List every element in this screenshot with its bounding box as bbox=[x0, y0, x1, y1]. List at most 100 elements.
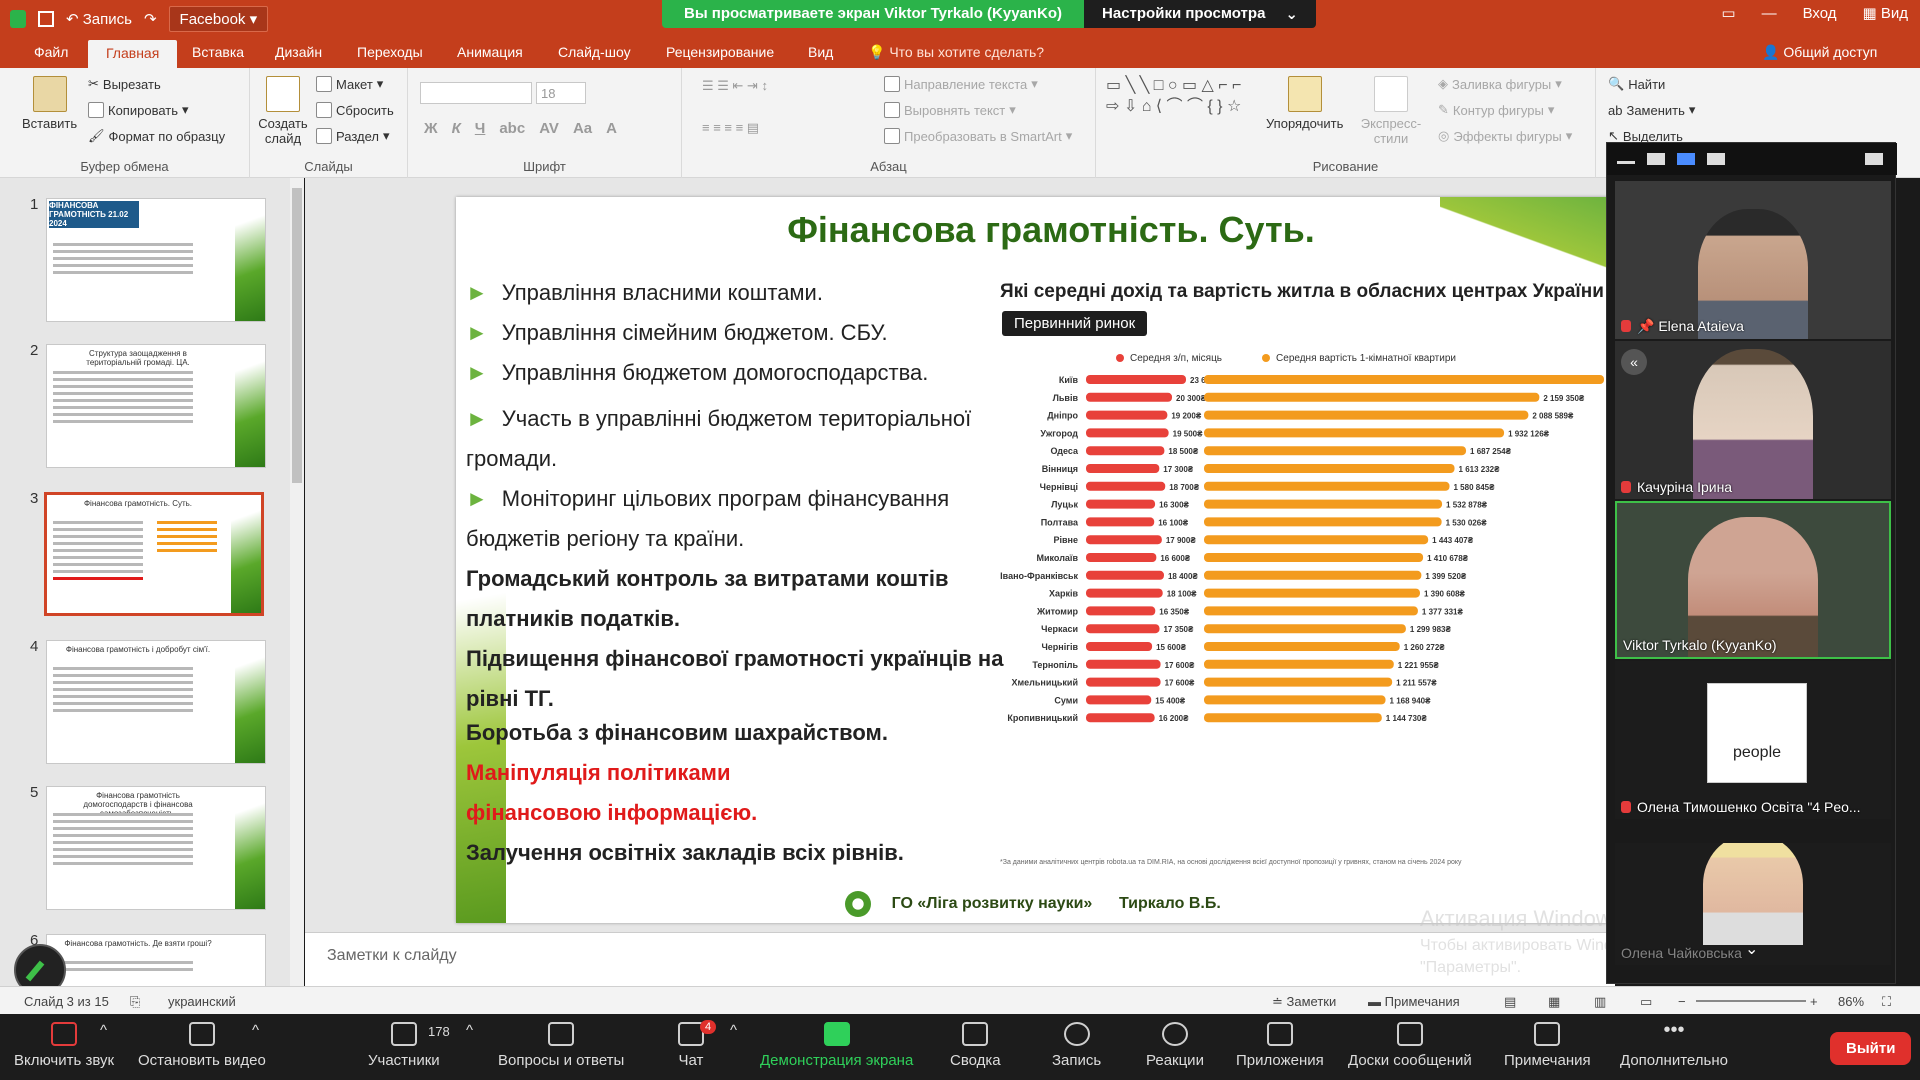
mic-options-chevron[interactable]: ^ bbox=[100, 1022, 107, 1039]
facebook-dropdown[interactable]: Facebook ▾ bbox=[168, 6, 269, 32]
chat-button[interactable]: 4 Чат bbox=[678, 1020, 717, 1069]
slide-thumbnail-6[interactable]: Фінансова грамотність. Де взяти гроші? bbox=[46, 934, 266, 986]
shape-fill-button[interactable]: ◈ Заливка фигуры ▾ bbox=[1438, 76, 1562, 92]
more-button[interactable]: ••• Дополнительно bbox=[1620, 1020, 1728, 1069]
thumbnail-view-icon[interactable] bbox=[1647, 153, 1665, 165]
participant-tile[interactable]: people Олена Тимошенко Освіта "4 Peo... bbox=[1615, 661, 1891, 819]
spacing-icon[interactable]: AV bbox=[539, 120, 559, 137]
stop-video-button[interactable]: Остановить видео bbox=[138, 1022, 266, 1069]
pop-out-icon[interactable] bbox=[1865, 153, 1883, 165]
bold-icon[interactable]: Ж bbox=[424, 120, 438, 137]
sorter-view-icon[interactable]: ▦ bbox=[1548, 994, 1560, 1010]
replace-button[interactable]: ab Заменить ▾ bbox=[1608, 102, 1695, 118]
redo-icon[interactable]: ↷ bbox=[144, 10, 157, 28]
tab-design[interactable]: Дизайн bbox=[275, 44, 322, 60]
slide-thumbnail-5[interactable]: Фінансова грамотність домогосподарств і … bbox=[46, 786, 266, 910]
smartart-button[interactable]: Преобразовать в SmartArt ▾ bbox=[884, 128, 1072, 144]
participants-button[interactable]: 178 Участники bbox=[368, 1022, 450, 1069]
share-button[interactable]: 👤 Общий доступ bbox=[1762, 44, 1877, 61]
underline-icon[interactable]: Ч bbox=[475, 120, 486, 137]
zoom-out-button[interactable]: − bbox=[1678, 994, 1686, 1009]
thumbnail-scrollbar[interactable] bbox=[290, 178, 304, 986]
section-button[interactable]: Раздел ▾ bbox=[316, 128, 390, 144]
chat-options-chevron[interactable]: ^ bbox=[730, 1022, 737, 1039]
reading-view-icon[interactable]: ▥ bbox=[1594, 994, 1606, 1010]
slideshow-view-icon[interactable]: ▭ bbox=[1640, 994, 1652, 1010]
tab-slideshow[interactable]: Слайд-шоу bbox=[558, 44, 631, 60]
align-row[interactable]: ≡ ≡ ≡ ≡ ▤ bbox=[702, 120, 759, 136]
zoom-level[interactable]: 86% bbox=[1838, 994, 1864, 1009]
italic-icon[interactable]: К bbox=[452, 120, 461, 137]
comments-toggle[interactable]: ▬ Примечания bbox=[1368, 994, 1460, 1009]
restore-icon[interactable]: ▭ bbox=[1721, 4, 1735, 22]
tab-transitions[interactable]: Переходы bbox=[357, 44, 423, 60]
chevron-down-icon[interactable]: ⌄ bbox=[1745, 939, 1758, 959]
video-options-chevron[interactable]: ^ bbox=[252, 1022, 259, 1039]
speaker-view-icon[interactable] bbox=[1677, 153, 1695, 165]
view-button[interactable]: ▦ Вид bbox=[1863, 4, 1909, 22]
save-icon[interactable] bbox=[38, 11, 54, 27]
participant-tile[interactable]: Олена Чайковська ⌄ bbox=[1615, 843, 1891, 965]
participant-tile[interactable]: 📌 Elena Ataieva bbox=[1615, 181, 1891, 339]
tab-home[interactable]: Главная bbox=[88, 40, 178, 68]
reset-button[interactable]: Сбросить bbox=[316, 102, 394, 118]
notes-button[interactable]: Примечания bbox=[1504, 1022, 1591, 1069]
gallery-view-icon[interactable] bbox=[1707, 153, 1725, 165]
layout-button[interactable]: Макет ▾ bbox=[316, 76, 383, 92]
align-text-button[interactable]: Выровнять текст ▾ bbox=[884, 102, 1016, 118]
spellcheck-icon[interactable]: ⎘ bbox=[130, 994, 140, 1010]
quick-styles-button[interactable]: Экспресс-стили bbox=[1358, 76, 1424, 146]
slide-thumbnail-2[interactable]: Структура заощадження в територіальній г… bbox=[46, 344, 266, 468]
copy-button[interactable]: Копировать ▾ bbox=[88, 102, 189, 118]
case-icon[interactable]: Aa bbox=[573, 120, 592, 137]
collapse-icon[interactable]: « bbox=[1621, 349, 1647, 375]
tab-review[interactable]: Рецензирование bbox=[666, 44, 774, 60]
reactions-button[interactable]: Реакции bbox=[1146, 1022, 1204, 1069]
format-painter-button[interactable]: 🖌 Формат по образцу bbox=[88, 128, 225, 144]
font-name-input[interactable] bbox=[420, 82, 532, 104]
share-screen-button[interactable]: Демонстрация экрана bbox=[760, 1022, 913, 1069]
current-slide[interactable]: Фінансова грамотність. Суть. ► Управління… bbox=[456, 197, 1610, 923]
record-button[interactable]: Запись bbox=[1052, 1022, 1101, 1069]
notes-input[interactable]: Заметки к слайду bbox=[305, 932, 1615, 986]
participant-tile-active-speaker[interactable]: Viktor Tyrkalo (KyyanKo) bbox=[1615, 501, 1891, 659]
font-color-icon[interactable]: A bbox=[606, 120, 617, 137]
fit-slide-icon[interactable]: ⛶ bbox=[1882, 994, 1891, 1010]
qa-button[interactable]: Вопросы и ответы bbox=[498, 1022, 624, 1069]
view-options-button[interactable]: Настройки просмотра ⌄ bbox=[1084, 0, 1316, 28]
participant-tile[interactable]: « Качуріна Ірина bbox=[1615, 341, 1891, 499]
strikethrough-icon[interactable]: abc bbox=[499, 120, 525, 137]
text-direction-button[interactable]: Направление текста ▾ bbox=[884, 76, 1038, 92]
paste-button[interactable]: Вставить bbox=[22, 76, 77, 131]
minimize-gallery-icon[interactable] bbox=[1617, 161, 1635, 164]
zoom-in-button[interactable]: + bbox=[1810, 994, 1818, 1009]
shape-effects-button[interactable]: ◎ Эффекты фигуры ▾ bbox=[1438, 128, 1572, 144]
tab-animation[interactable]: Анимация bbox=[457, 44, 523, 60]
find-button[interactable]: 🔍 Найти bbox=[1608, 76, 1665, 92]
apps-button[interactable]: Приложения bbox=[1236, 1022, 1324, 1069]
zoom-slider[interactable] bbox=[1696, 1000, 1806, 1002]
minimize-button[interactable]: — bbox=[1762, 5, 1777, 22]
new-slide-button[interactable]: Создать слайд bbox=[256, 76, 310, 146]
bullets-row[interactable]: ☰ ☰ ⇤ ⇥ ↕ bbox=[702, 78, 768, 94]
shapes-gallery[interactable]: ▭ ╲ ╲ □ ○ ▭ △ ⌐ ⌐ ⇨ ⇩ ⌂ ⟨ ⌒ ⌒ { } ☆ bbox=[1106, 76, 1256, 118]
notes-toggle[interactable]: ≐ Заметки bbox=[1272, 994, 1336, 1010]
summary-button[interactable]: Сводка bbox=[950, 1022, 1001, 1069]
language-indicator[interactable]: украинский bbox=[168, 994, 236, 1009]
cut-button[interactable]: ✂ Вырезать bbox=[88, 76, 161, 92]
slide-thumbnail-1[interactable]: ФІНАНСОВА ГРАМОТНІСТЬ 21.02 2024 bbox=[46, 198, 266, 322]
tab-file[interactable]: Файл bbox=[34, 44, 68, 60]
slide-thumbnail-4[interactable]: Фінансова грамотність і добробут сім'ї. bbox=[46, 640, 266, 764]
tab-insert[interactable]: Вставка bbox=[192, 44, 244, 60]
slide-thumbnail-3[interactable]: Фінансова грамотність. Суть. bbox=[44, 492, 264, 616]
leave-button[interactable]: Выйти bbox=[1830, 1032, 1912, 1065]
login-button[interactable]: Вход bbox=[1803, 5, 1837, 22]
tell-me-input[interactable]: 💡 Что вы хотите сделать? bbox=[868, 44, 1044, 61]
participants-options-chevron[interactable]: ^ bbox=[466, 1022, 473, 1039]
scrollbar-thumb[interactable] bbox=[292, 188, 302, 483]
font-size-input[interactable]: 18 bbox=[536, 82, 586, 104]
shape-outline-button[interactable]: ✎ Контур фигуры ▾ bbox=[1438, 102, 1554, 118]
undo-button[interactable]: ↶ Запись bbox=[66, 10, 132, 28]
normal-view-icon[interactable]: ▤ bbox=[1504, 994, 1516, 1010]
tab-view[interactable]: Вид bbox=[808, 44, 833, 60]
